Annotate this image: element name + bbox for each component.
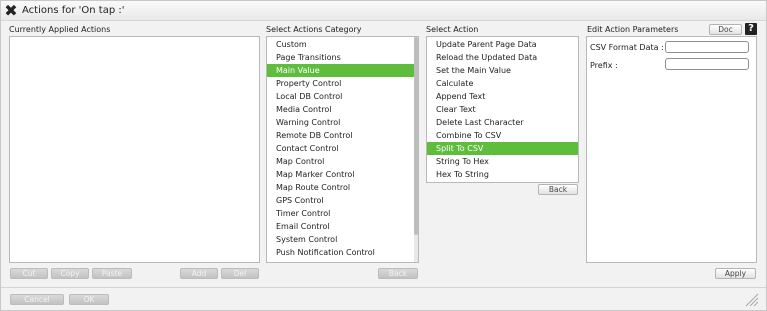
del-button[interactable]: Del (221, 268, 259, 279)
close-icon[interactable]: ✖ (4, 3, 18, 19)
ok-button[interactable]: OK (69, 294, 109, 305)
applied-actions-list[interactable] (9, 36, 260, 263)
action-back-button[interactable]: Back (538, 184, 578, 195)
category-list-item[interactable]: Contact Control (267, 142, 418, 155)
applied-actions-label: Currently Applied Actions (9, 25, 111, 34)
action-list-item[interactable]: Combine To CSV (427, 129, 578, 142)
csv-format-data-input[interactable] (665, 41, 749, 53)
category-list-item[interactable]: Media Control (267, 103, 418, 116)
category-list-item[interactable]: Map Control (267, 155, 418, 168)
params-label: Edit Action Parameters (587, 25, 679, 34)
category-scroll-thumb[interactable] (414, 37, 418, 235)
action-list-item[interactable]: String To Hex (427, 155, 578, 168)
category-list-item[interactable]: Timer Control (267, 207, 418, 220)
copy-button[interactable]: Copy (51, 268, 89, 279)
action-list-item[interactable]: Hex To String (427, 168, 578, 181)
title-bar: ✖ Actions for 'On tap :' (1, 1, 766, 21)
category-list-item[interactable]: Property Control (267, 77, 418, 90)
category-back-button[interactable]: Back (378, 268, 418, 279)
dialog-title: Actions for 'On tap :' (22, 5, 125, 16)
action-list-item[interactable]: Update Parent Page Data (427, 38, 578, 51)
category-list-item[interactable]: Page Transitions (267, 51, 418, 64)
resize-grip-icon[interactable] (743, 291, 759, 307)
csv-format-data-label: CSV Format Data : (590, 43, 664, 52)
category-list-item[interactable]: Main Value (267, 64, 418, 77)
action-list-item[interactable]: Calculate (427, 77, 578, 90)
params-panel: CSV Format Data : Prefix : (586, 36, 757, 263)
action-label: Select Action (426, 25, 479, 34)
category-list: Custom Page Transitions Main Value Property… (267, 38, 418, 259)
action-list: Update Parent Page Data Reload the Update… (427, 38, 578, 181)
action-list-item[interactable]: Delete Last Character (427, 116, 578, 129)
actions-dialog: ✖ Actions for 'On tap :' Currently Appli… (0, 0, 767, 311)
help-question-icon[interactable]: ? (745, 23, 757, 35)
category-list-item[interactable]: Map Marker Control (267, 168, 418, 181)
category-list-item[interactable]: Push Notification Control (267, 246, 418, 259)
category-list-item[interactable]: Warning Control (267, 116, 418, 129)
paste-button[interactable]: Paste (92, 268, 132, 279)
category-scrollbar[interactable] (414, 37, 418, 262)
action-list-item[interactable]: Split To CSV (427, 142, 578, 155)
apply-button[interactable]: Apply (715, 268, 756, 279)
category-list-panel: Custom Page Transitions Main Value Property… (266, 36, 419, 263)
action-list-panel: Update Parent Page Data Reload the Update… (426, 36, 579, 183)
category-list-item[interactable]: Email Control (267, 220, 418, 233)
category-list-item[interactable]: GPS Control (267, 194, 418, 207)
cut-button[interactable]: Cut (10, 268, 48, 279)
footer-divider (1, 287, 766, 288)
category-list-item[interactable]: Local DB Control (267, 90, 418, 103)
category-label: Select Actions Category (266, 25, 362, 34)
add-button[interactable]: Add (180, 268, 218, 279)
prefix-label: Prefix : (590, 61, 618, 70)
action-list-item[interactable]: Reload the Updated Data (427, 51, 578, 64)
category-list-item[interactable]: Remote DB Control (267, 129, 418, 142)
category-list-item[interactable]: Custom (267, 38, 418, 51)
action-list-item[interactable]: Clear Text (427, 103, 578, 116)
action-list-item[interactable]: Append Text (427, 90, 578, 103)
category-list-item[interactable]: System Control (267, 233, 418, 246)
doc-button[interactable]: Doc (709, 24, 742, 35)
prefix-input[interactable] (665, 58, 749, 70)
cancel-button[interactable]: Cancel (10, 294, 64, 305)
action-list-item[interactable]: Set the Main Value (427, 64, 578, 77)
category-list-item[interactable]: Map Route Control (267, 181, 418, 194)
